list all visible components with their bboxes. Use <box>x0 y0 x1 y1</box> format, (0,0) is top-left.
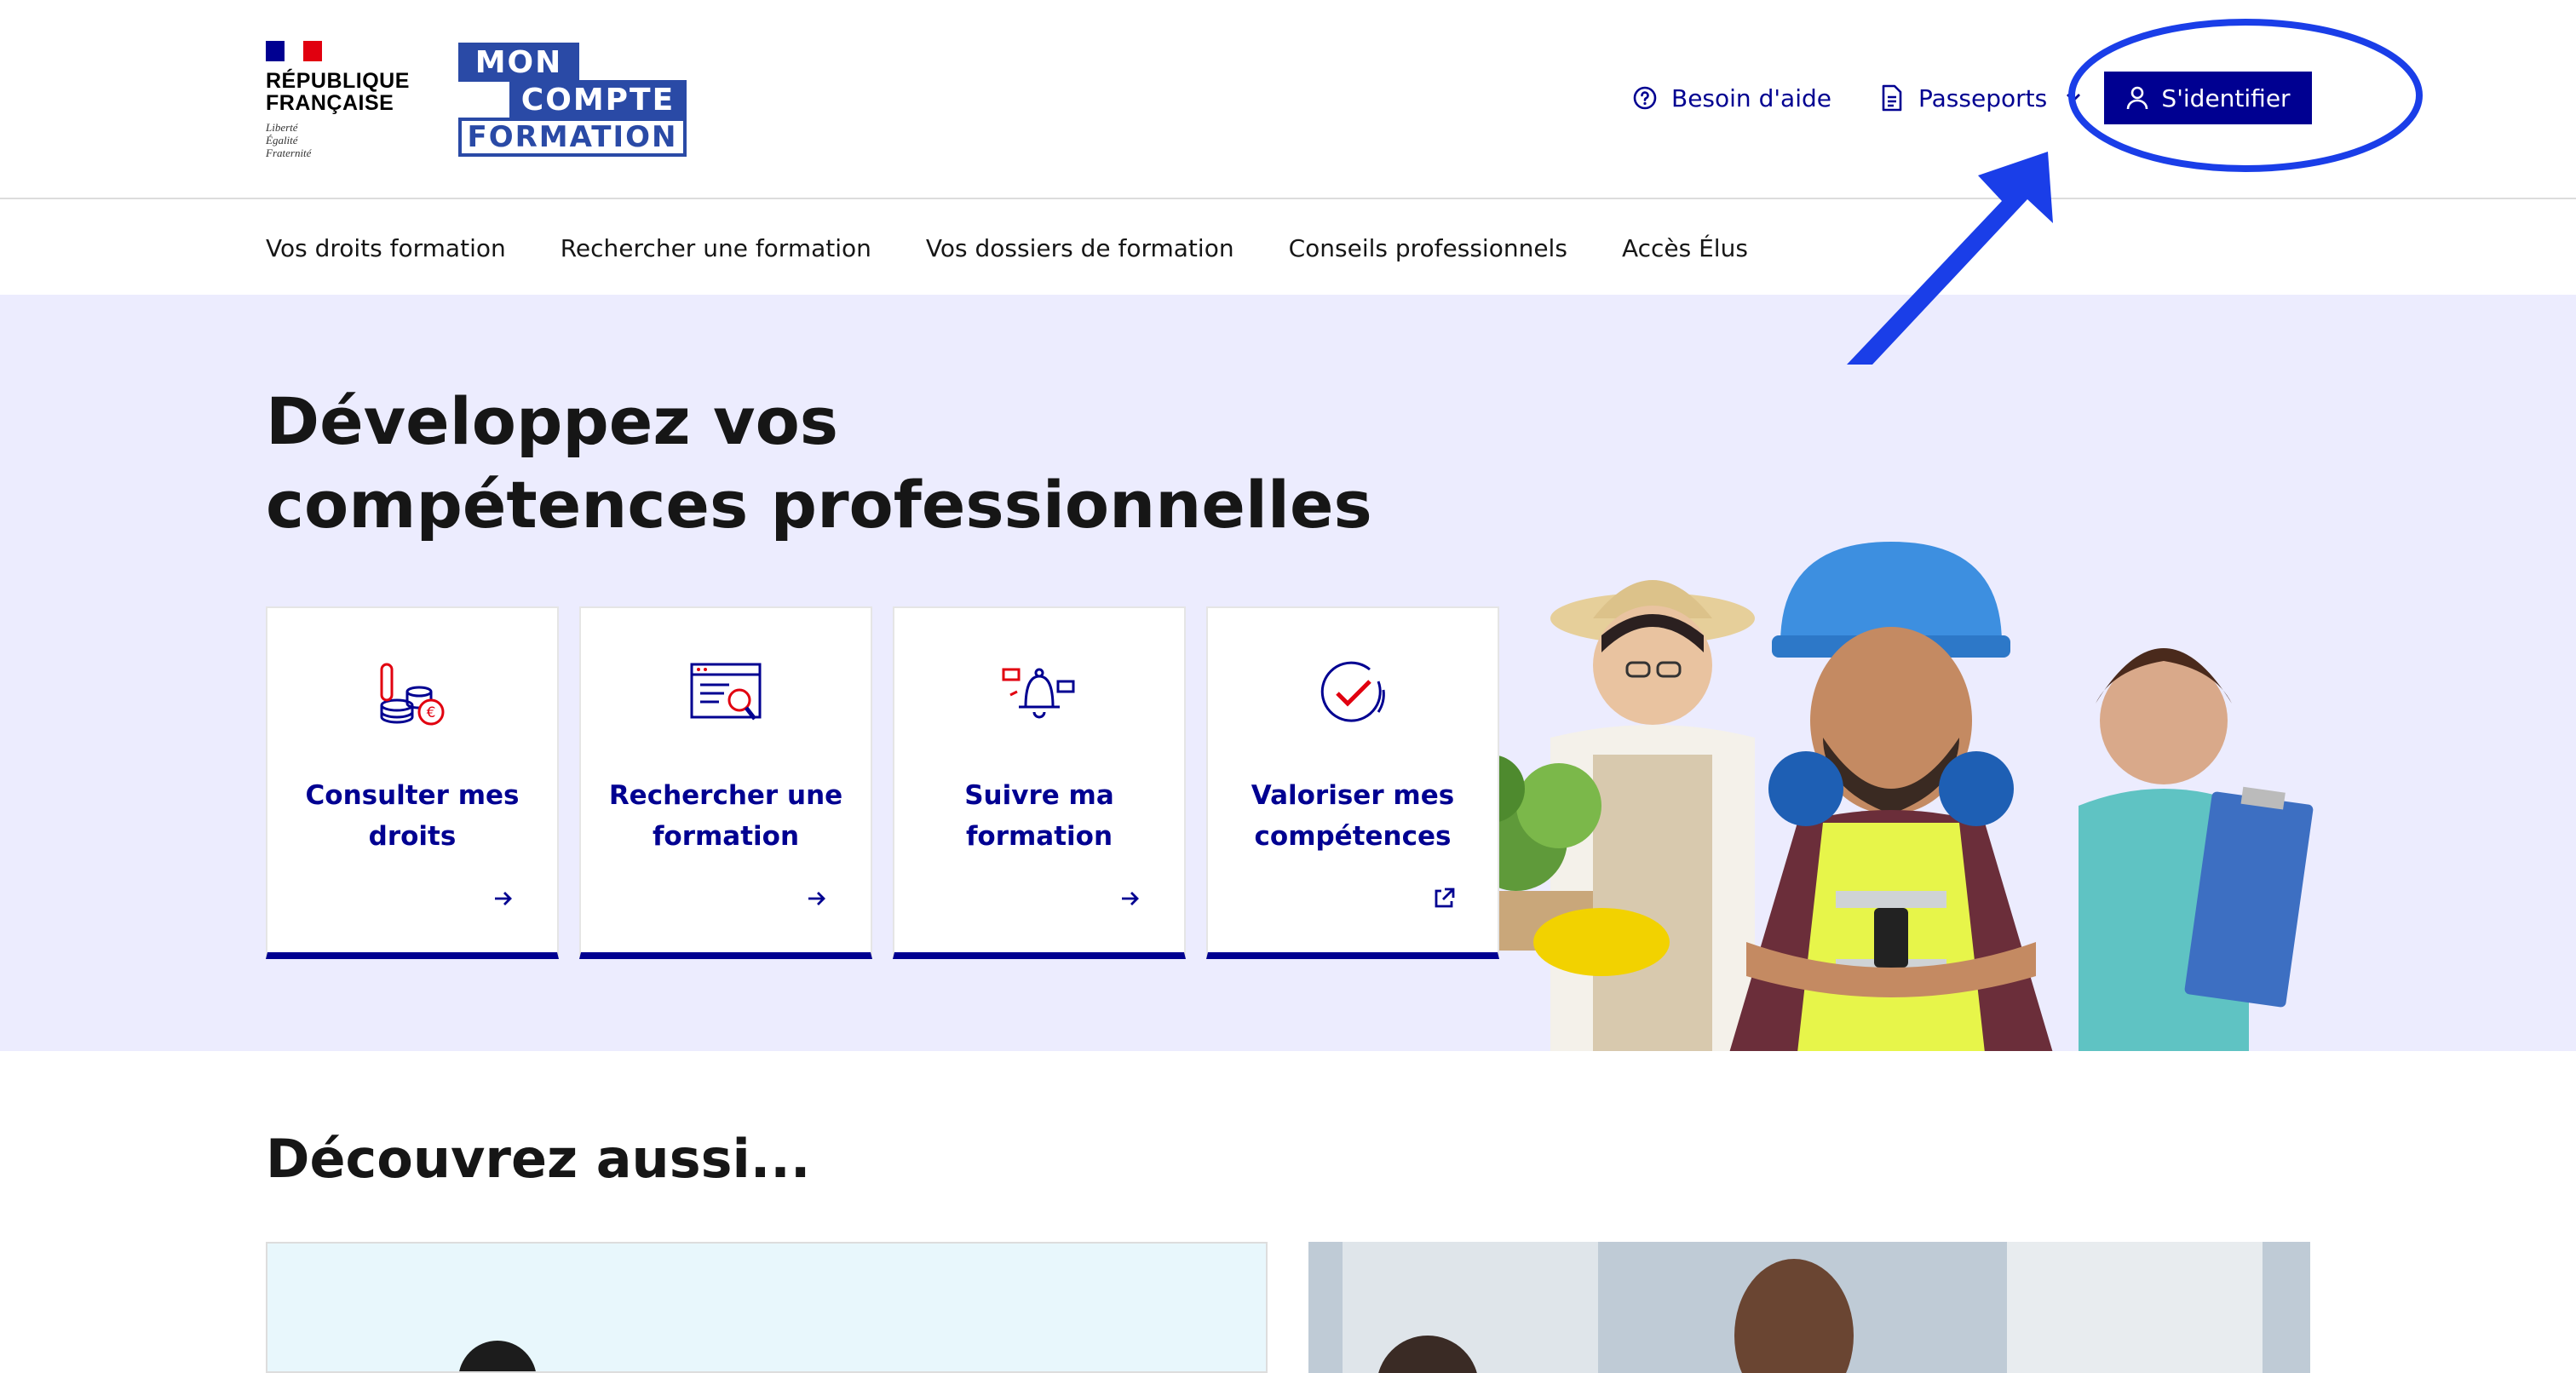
card-label: Suivre ma formation <box>964 780 1114 852</box>
nav-item-rechercher[interactable]: Rechercher une formation <box>561 234 871 262</box>
discover-title: Découvrez aussi... <box>266 1128 811 1190</box>
logo-line2: COMPTE <box>509 80 687 119</box>
motto-line2: Égalité <box>266 134 298 146</box>
card-label: Rechercher une formation <box>608 780 843 852</box>
passports-label: Passeports <box>1918 83 2048 112</box>
nav-item-acces-elus[interactable]: Accès Élus <box>1622 234 1748 262</box>
help-link[interactable]: Besoin d'aide <box>1630 72 1831 124</box>
republique-francaise-logo[interactable]: RÉPUBLIQUE FRANÇAISE Liberté Égalité Fra… <box>266 41 411 159</box>
promo-card-2[interactable] <box>1308 1242 2310 1373</box>
marianne-flag-icon <box>266 41 322 61</box>
hero-title: Développez vos compétences professionnel… <box>266 380 1373 547</box>
card-label: Consulter mes droits <box>305 780 520 852</box>
card-label: Valoriser mes compétences <box>1251 780 1455 852</box>
republic-name-line2: FRANÇAISE <box>266 91 394 115</box>
card-valoriser-competences[interactable]: Valoriser mes compétences <box>1206 606 1499 959</box>
republic-name: RÉPUBLIQUE FRANÇAISE <box>266 70 411 114</box>
hero-section: Développez vos compétences professionnel… <box>0 295 2576 1051</box>
site-header: RÉPUBLIQUE FRANÇAISE Liberté Égalité Fra… <box>0 0 2576 199</box>
republic-motto: Liberté Égalité Fraternité <box>266 121 411 159</box>
motto-line3: Fraternité <box>266 146 312 159</box>
nav-item-conseils[interactable]: Conseils professionnels <box>1289 234 1567 262</box>
logo-line3: FORMATION <box>458 118 687 157</box>
mon-compte-formation-logo[interactable]: MON COMPTE FORMATION <box>458 43 687 157</box>
arrow-right-icon <box>1122 892 1139 905</box>
hero-title-line2: compétences professionnelles <box>266 467 1372 543</box>
coins-euro-icon: € <box>380 663 445 726</box>
chevron-down-icon <box>2059 83 2088 112</box>
action-cards: € Consulter mes droits Rechercher une fo… <box>266 606 1520 959</box>
login-button[interactable]: S'identifier <box>2104 72 2312 124</box>
notification-bell-icon <box>1002 668 1075 719</box>
card-consulter-droits[interactable]: € Consulter mes droits <box>266 606 559 959</box>
help-label: Besoin d'aide <box>1671 83 1831 112</box>
external-link-icon <box>1435 888 1455 908</box>
document-icon <box>1877 83 1906 112</box>
card-suivre-formation[interactable]: Suivre ma formation <box>893 606 1186 959</box>
passports-menu[interactable]: Passeports <box>1877 72 2088 124</box>
nav-item-dossiers[interactable]: Vos dossiers de formation <box>926 234 1234 262</box>
nav-item-vos-droits[interactable]: Vos droits formation <box>266 234 506 262</box>
check-circle-icon <box>1320 661 1385 722</box>
republic-name-line1: RÉPUBLIQUE <box>266 69 410 93</box>
promo-card-1[interactable] <box>266 1242 1268 1373</box>
promo-image-1 <box>459 1341 536 1371</box>
arrow-right-icon <box>808 892 825 905</box>
hero-title-line1: Développez vos <box>266 383 839 459</box>
promo-image-2 <box>1308 1242 2310 1373</box>
login-label: S'identifier <box>2161 83 2291 112</box>
motto-line1: Liberté <box>266 121 298 134</box>
user-icon <box>2127 86 2148 110</box>
question-circle-icon <box>1630 83 1659 112</box>
logo-line1: MON <box>458 43 579 82</box>
search-document-icon <box>690 663 762 721</box>
card-rechercher-formation[interactable]: Rechercher une formation <box>579 606 872 959</box>
main-navigation: Vos droits formation Rechercher une form… <box>0 201 2576 295</box>
svg-text:€: € <box>427 704 436 721</box>
arrow-right-icon <box>495 892 512 905</box>
